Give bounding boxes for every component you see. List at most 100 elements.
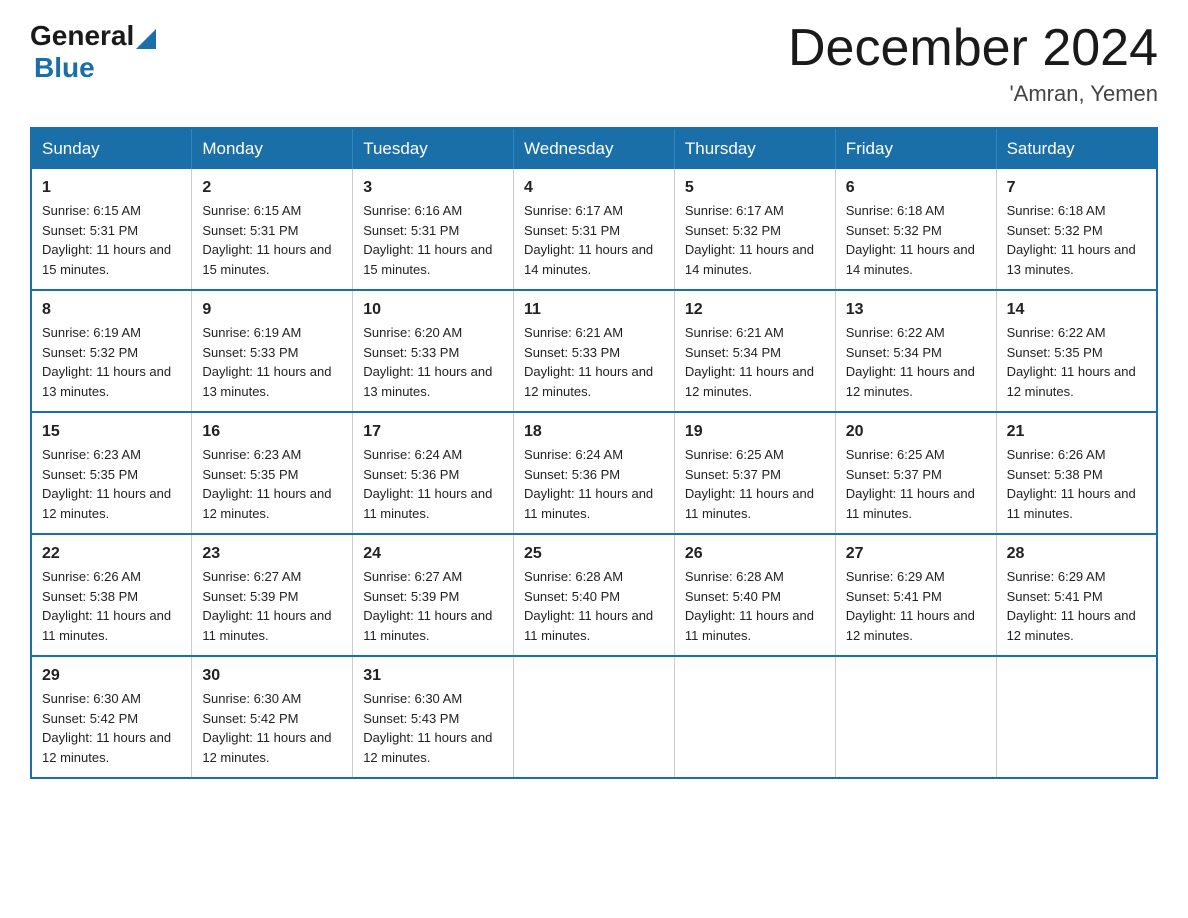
calendar-cell: 28 Sunrise: 6:29 AMSunset: 5:41 PMDaylig… xyxy=(996,534,1157,656)
day-info: Sunrise: 6:29 AMSunset: 5:41 PMDaylight:… xyxy=(846,569,975,643)
col-sunday: Sunday xyxy=(31,128,192,169)
day-info: Sunrise: 6:25 AMSunset: 5:37 PMDaylight:… xyxy=(685,447,814,521)
day-info: Sunrise: 6:30 AMSunset: 5:42 PMDaylight:… xyxy=(42,691,171,765)
calendar-cell: 27 Sunrise: 6:29 AMSunset: 5:41 PMDaylig… xyxy=(835,534,996,656)
calendar-cell: 22 Sunrise: 6:26 AMSunset: 5:38 PMDaylig… xyxy=(31,534,192,656)
day-info: Sunrise: 6:17 AMSunset: 5:31 PMDaylight:… xyxy=(524,203,653,277)
logo-blue-text: Blue xyxy=(34,52,158,84)
calendar-cell: 6 Sunrise: 6:18 AMSunset: 5:32 PMDayligh… xyxy=(835,169,996,290)
day-number: 10 xyxy=(363,301,503,319)
calendar-cell: 17 Sunrise: 6:24 AMSunset: 5:36 PMDaylig… xyxy=(353,412,514,534)
month-title: December 2024 xyxy=(788,20,1158,77)
day-info: Sunrise: 6:19 AMSunset: 5:33 PMDaylight:… xyxy=(202,325,331,399)
calendar-cell: 14 Sunrise: 6:22 AMSunset: 5:35 PMDaylig… xyxy=(996,290,1157,412)
day-number: 21 xyxy=(1007,423,1146,441)
calendar-cell xyxy=(996,656,1157,778)
calendar-cell: 25 Sunrise: 6:28 AMSunset: 5:40 PMDaylig… xyxy=(514,534,675,656)
day-number: 5 xyxy=(685,179,825,197)
week-row-2: 8 Sunrise: 6:19 AMSunset: 5:32 PMDayligh… xyxy=(31,290,1157,412)
day-number: 3 xyxy=(363,179,503,197)
col-monday: Monday xyxy=(192,128,353,169)
day-number: 20 xyxy=(846,423,986,441)
day-info: Sunrise: 6:25 AMSunset: 5:37 PMDaylight:… xyxy=(846,447,975,521)
day-number: 29 xyxy=(42,667,181,685)
day-info: Sunrise: 6:21 AMSunset: 5:34 PMDaylight:… xyxy=(685,325,814,399)
day-number: 13 xyxy=(846,301,986,319)
day-info: Sunrise: 6:26 AMSunset: 5:38 PMDaylight:… xyxy=(1007,447,1136,521)
day-number: 16 xyxy=(202,423,342,441)
col-saturday: Saturday xyxy=(996,128,1157,169)
calendar-cell: 30 Sunrise: 6:30 AMSunset: 5:42 PMDaylig… xyxy=(192,656,353,778)
week-row-3: 15 Sunrise: 6:23 AMSunset: 5:35 PMDaylig… xyxy=(31,412,1157,534)
day-number: 24 xyxy=(363,545,503,563)
day-number: 17 xyxy=(363,423,503,441)
day-info: Sunrise: 6:22 AMSunset: 5:34 PMDaylight:… xyxy=(846,325,975,399)
calendar-cell xyxy=(835,656,996,778)
day-info: Sunrise: 6:28 AMSunset: 5:40 PMDaylight:… xyxy=(524,569,653,643)
calendar-cell: 24 Sunrise: 6:27 AMSunset: 5:39 PMDaylig… xyxy=(353,534,514,656)
page-header: General Blue December 2024 'Amran, Yemen xyxy=(30,20,1158,107)
day-info: Sunrise: 6:30 AMSunset: 5:43 PMDaylight:… xyxy=(363,691,492,765)
calendar-cell: 21 Sunrise: 6:26 AMSunset: 5:38 PMDaylig… xyxy=(996,412,1157,534)
calendar-cell xyxy=(674,656,835,778)
day-number: 27 xyxy=(846,545,986,563)
day-info: Sunrise: 6:19 AMSunset: 5:32 PMDaylight:… xyxy=(42,325,171,399)
calendar-header-row: Sunday Monday Tuesday Wednesday Thursday… xyxy=(31,128,1157,169)
calendar-cell: 18 Sunrise: 6:24 AMSunset: 5:36 PMDaylig… xyxy=(514,412,675,534)
calendar-cell xyxy=(514,656,675,778)
calendar-cell: 10 Sunrise: 6:20 AMSunset: 5:33 PMDaylig… xyxy=(353,290,514,412)
calendar-cell: 13 Sunrise: 6:22 AMSunset: 5:34 PMDaylig… xyxy=(835,290,996,412)
day-number: 14 xyxy=(1007,301,1146,319)
calendar-cell: 2 Sunrise: 6:15 AMSunset: 5:31 PMDayligh… xyxy=(192,169,353,290)
day-info: Sunrise: 6:16 AMSunset: 5:31 PMDaylight:… xyxy=(363,203,492,277)
day-info: Sunrise: 6:23 AMSunset: 5:35 PMDaylight:… xyxy=(202,447,331,521)
col-thursday: Thursday xyxy=(674,128,835,169)
calendar-cell: 12 Sunrise: 6:21 AMSunset: 5:34 PMDaylig… xyxy=(674,290,835,412)
day-number: 30 xyxy=(202,667,342,685)
day-info: Sunrise: 6:17 AMSunset: 5:32 PMDaylight:… xyxy=(685,203,814,277)
day-info: Sunrise: 6:24 AMSunset: 5:36 PMDaylight:… xyxy=(363,447,492,521)
calendar-cell: 19 Sunrise: 6:25 AMSunset: 5:37 PMDaylig… xyxy=(674,412,835,534)
day-number: 26 xyxy=(685,545,825,563)
calendar-cell: 23 Sunrise: 6:27 AMSunset: 5:39 PMDaylig… xyxy=(192,534,353,656)
day-number: 15 xyxy=(42,423,181,441)
day-info: Sunrise: 6:24 AMSunset: 5:36 PMDaylight:… xyxy=(524,447,653,521)
day-number: 4 xyxy=(524,179,664,197)
day-number: 11 xyxy=(524,301,664,319)
week-row-4: 22 Sunrise: 6:26 AMSunset: 5:38 PMDaylig… xyxy=(31,534,1157,656)
day-info: Sunrise: 6:20 AMSunset: 5:33 PMDaylight:… xyxy=(363,325,492,399)
calendar-cell: 20 Sunrise: 6:25 AMSunset: 5:37 PMDaylig… xyxy=(835,412,996,534)
day-number: 7 xyxy=(1007,179,1146,197)
location-subtitle: 'Amran, Yemen xyxy=(788,81,1158,107)
title-block: December 2024 'Amran, Yemen xyxy=(788,20,1158,107)
col-wednesday: Wednesday xyxy=(514,128,675,169)
day-info: Sunrise: 6:15 AMSunset: 5:31 PMDaylight:… xyxy=(202,203,331,277)
day-number: 2 xyxy=(202,179,342,197)
day-info: Sunrise: 6:26 AMSunset: 5:38 PMDaylight:… xyxy=(42,569,171,643)
day-number: 23 xyxy=(202,545,342,563)
logo-arrow-icon xyxy=(136,23,156,49)
calendar-cell: 16 Sunrise: 6:23 AMSunset: 5:35 PMDaylig… xyxy=(192,412,353,534)
calendar-table: Sunday Monday Tuesday Wednesday Thursday… xyxy=(30,127,1158,779)
day-info: Sunrise: 6:18 AMSunset: 5:32 PMDaylight:… xyxy=(1007,203,1136,277)
day-number: 25 xyxy=(524,545,664,563)
logo-general-text: General xyxy=(30,20,134,52)
col-tuesday: Tuesday xyxy=(353,128,514,169)
day-info: Sunrise: 6:23 AMSunset: 5:35 PMDaylight:… xyxy=(42,447,171,521)
day-number: 19 xyxy=(685,423,825,441)
day-number: 18 xyxy=(524,423,664,441)
week-row-1: 1 Sunrise: 6:15 AMSunset: 5:31 PMDayligh… xyxy=(31,169,1157,290)
calendar-cell: 3 Sunrise: 6:16 AMSunset: 5:31 PMDayligh… xyxy=(353,169,514,290)
calendar-cell: 11 Sunrise: 6:21 AMSunset: 5:33 PMDaylig… xyxy=(514,290,675,412)
week-row-5: 29 Sunrise: 6:30 AMSunset: 5:42 PMDaylig… xyxy=(31,656,1157,778)
calendar-cell: 1 Sunrise: 6:15 AMSunset: 5:31 PMDayligh… xyxy=(31,169,192,290)
day-number: 8 xyxy=(42,301,181,319)
day-info: Sunrise: 6:18 AMSunset: 5:32 PMDaylight:… xyxy=(846,203,975,277)
calendar-cell: 8 Sunrise: 6:19 AMSunset: 5:32 PMDayligh… xyxy=(31,290,192,412)
calendar-cell: 31 Sunrise: 6:30 AMSunset: 5:43 PMDaylig… xyxy=(353,656,514,778)
calendar-cell: 26 Sunrise: 6:28 AMSunset: 5:40 PMDaylig… xyxy=(674,534,835,656)
day-info: Sunrise: 6:21 AMSunset: 5:33 PMDaylight:… xyxy=(524,325,653,399)
day-number: 6 xyxy=(846,179,986,197)
day-number: 9 xyxy=(202,301,342,319)
calendar-cell: 7 Sunrise: 6:18 AMSunset: 5:32 PMDayligh… xyxy=(996,169,1157,290)
